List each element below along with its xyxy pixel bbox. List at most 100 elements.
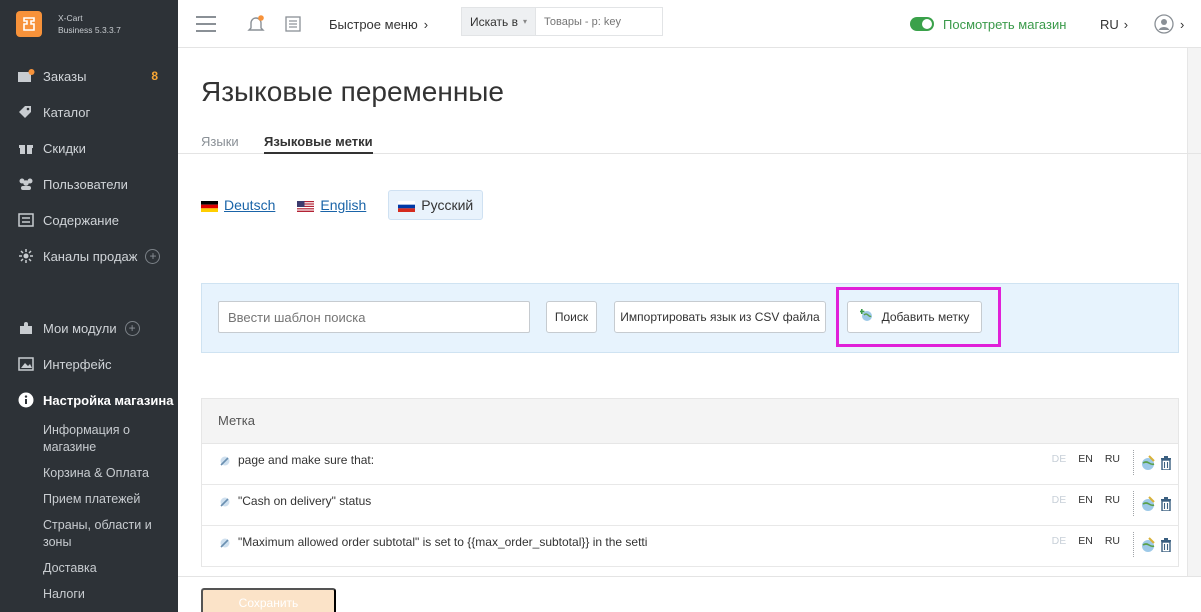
trash-icon[interactable] (1160, 455, 1172, 470)
sidebar-item-label: Мои модули (43, 320, 117, 336)
code-de[interactable]: DE (1052, 494, 1067, 506)
scrollbar[interactable] (1187, 48, 1201, 576)
subnav-item-countries-zones[interactable]: Страны, области и зоны (43, 513, 178, 556)
sidebar-item-my-modules[interactable]: Мои модули + (0, 310, 178, 346)
language-selector: Deutsch English Русский (201, 189, 505, 220)
brand-text: X-Cart Business 5.3.3.7 (58, 12, 121, 36)
content-icon (16, 212, 36, 228)
row-actions (1133, 532, 1172, 557)
language-label: English (320, 196, 367, 213)
sidebar-item-orders[interactable]: Заказы 8 (0, 58, 178, 94)
translate-globe-icon[interactable] (1140, 454, 1156, 471)
language-link-deutsch[interactable]: Deutsch (201, 197, 275, 213)
hamburger-menu-icon[interactable] (196, 0, 216, 48)
import-csv-button[interactable]: Импортировать язык из CSV файла (614, 301, 826, 333)
sidebar-item-label: Пользователи (43, 176, 128, 192)
germany-flag-icon (201, 199, 218, 212)
sidebar-item-sales-channels[interactable]: Каналы продаж + (0, 238, 178, 274)
code-de[interactable]: DE (1052, 453, 1067, 465)
usa-flag-icon (297, 199, 315, 212)
tab-languages[interactable]: Языки (201, 134, 239, 152)
add-label-text: Добавить метку (881, 310, 970, 324)
users-icon (16, 176, 36, 192)
sidebar-item-label: Скидки (43, 140, 86, 156)
translate-globe-icon[interactable] (1140, 495, 1156, 512)
language-link-english[interactable]: English (297, 197, 366, 213)
sidebar-item-catalog[interactable]: Каталог (0, 94, 178, 130)
store-setup-subnav: Информация о магазине Корзина & Оплата П… (0, 418, 178, 608)
xcart-logo-icon (16, 11, 42, 37)
code-ru[interactable]: RU (1105, 535, 1120, 547)
trash-icon[interactable] (1160, 496, 1172, 511)
notifications-bell-icon[interactable] (246, 0, 266, 48)
tab-language-labels[interactable]: Языковые метки (264, 134, 373, 154)
column-header-label: Метка (218, 413, 255, 428)
search-scope-select[interactable]: Искать в ▾ (461, 7, 537, 36)
sidebar-item-users[interactable]: Пользователи (0, 166, 178, 202)
subnav-item-taxes[interactable]: Налоги (43, 582, 178, 608)
sidebar-item-interface[interactable]: Интерфейс (0, 346, 178, 382)
nav-spacer (0, 274, 178, 310)
global-search-input[interactable] (536, 7, 664, 36)
language-link-russian[interactable]: Русский (388, 189, 484, 220)
tag-icon (16, 104, 36, 120)
sidebar-item-label: Каталог (43, 104, 91, 120)
translate-globe-icon[interactable] (1140, 536, 1156, 553)
sidebar-item-store-setup[interactable]: Настройка магазина (0, 382, 178, 418)
user-avatar-icon (1154, 14, 1174, 34)
language-codes: DE EN RU (1052, 453, 1120, 465)
quick-menu-button[interactable]: Быстрое меню › (329, 0, 428, 48)
table-header: Метка (201, 398, 1179, 444)
trash-icon[interactable] (1160, 537, 1172, 552)
code-en[interactable]: EN (1078, 453, 1093, 465)
code-en[interactable]: EN (1078, 535, 1093, 547)
storefront-toggle-icon[interactable] (910, 17, 934, 31)
code-ru[interactable]: RU (1105, 453, 1120, 465)
tabs: Языки Языковые метки (178, 134, 1201, 154)
brand-name: X-Cart (58, 13, 83, 23)
subnav-item-store-info[interactable]: Информация о магазине (43, 418, 178, 461)
table-row[interactable]: "Cash on delivery" status DE EN RU (201, 485, 1179, 526)
brand[interactable]: X-Cart Business 5.3.3.7 (0, 0, 178, 48)
language-codes: DE EN RU (1052, 494, 1120, 506)
sidebar-item-label: Заказы (43, 68, 87, 84)
channels-icon (16, 248, 36, 264)
russia-flag-icon (398, 199, 416, 212)
add-module-icon[interactable]: + (124, 320, 140, 336)
quick-menu-label: Быстрое меню (329, 16, 418, 32)
language-label: Deutsch (224, 196, 276, 213)
search-scope-label: Искать в (470, 14, 519, 29)
sidebar-item-content[interactable]: Содержание (0, 202, 178, 238)
account-menu[interactable]: › (1154, 0, 1184, 48)
search-button[interactable]: Поиск (546, 301, 597, 333)
view-storefront-link[interactable]: Посмотреть магазин (910, 0, 1066, 48)
add-label-button[interactable]: Добавить метку (847, 301, 982, 333)
subnav-item-payment-methods[interactable]: Прием платежей (43, 487, 178, 513)
sidebar-item-discounts[interactable]: Скидки (0, 130, 178, 166)
edit-label-icon[interactable] (218, 537, 232, 552)
global-search: Искать в ▾ (461, 7, 664, 36)
orders-count-badge: 8 (151, 69, 158, 83)
code-de[interactable]: DE (1052, 535, 1067, 547)
edit-label-icon[interactable] (218, 496, 232, 511)
edit-label-icon[interactable] (218, 455, 232, 470)
table-row[interactable]: page and make sure that: DE EN RU (201, 444, 1179, 485)
code-ru[interactable]: RU (1105, 494, 1120, 506)
language-switcher[interactable]: RU › (1100, 0, 1128, 48)
storefront-preview-icon[interactable] (284, 0, 302, 48)
add-sales-channel-icon[interactable]: + (145, 248, 161, 264)
sidebar: X-Cart Business 5.3.3.7 Заказы 8 Каталог… (0, 0, 178, 612)
label-search-input[interactable] (218, 301, 530, 333)
save-button[interactable]: Сохранить (201, 588, 336, 612)
sidebar-item-label: Каналы продаж (43, 248, 138, 264)
brand-edition: Business 5.3.3.7 (58, 25, 121, 35)
chevron-right-icon: › (1123, 16, 1129, 32)
code-en[interactable]: EN (1078, 494, 1093, 506)
subnav-item-shipping[interactable]: Доставка (43, 556, 178, 582)
sticky-footer: Сохранить (178, 576, 1201, 612)
row-actions (1133, 491, 1172, 516)
language-codes: DE EN RU (1052, 535, 1120, 547)
table-row[interactable]: "Maximum allowed order subtotal" is set … (201, 526, 1179, 567)
subnav-item-cart-checkout[interactable]: Корзина & Оплата (43, 461, 178, 487)
label-text: "Maximum allowed order subtotal" is set … (238, 535, 648, 549)
